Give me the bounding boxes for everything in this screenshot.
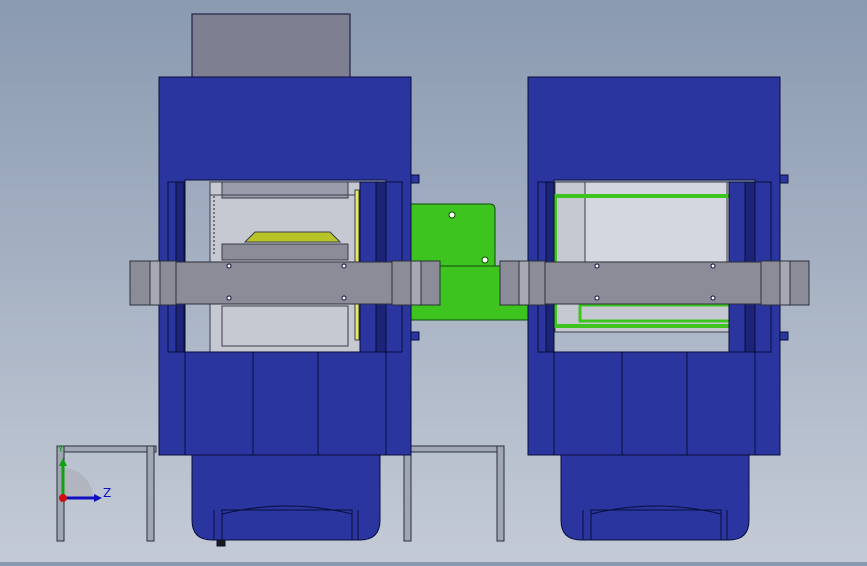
left-crosshead: [175, 261, 393, 305]
axis-z-label: Z: [103, 486, 111, 500]
cad-viewport[interactable]: Y Z: [0, 0, 867, 562]
left-top-cylinder: [191, 13, 351, 79]
axis-triad: Y Z: [57, 445, 111, 502]
bolt-hole: [448, 211, 456, 219]
bolt-hole: [481, 256, 489, 264]
left-cushion: [221, 243, 349, 261]
right-press: [499, 76, 810, 541]
middle-stand: [403, 445, 505, 542]
left-press: [129, 13, 441, 547]
axis-y-label: Y: [57, 445, 64, 455]
right-crosshead: [544, 261, 762, 305]
left-yellow-pad: [243, 231, 342, 243]
